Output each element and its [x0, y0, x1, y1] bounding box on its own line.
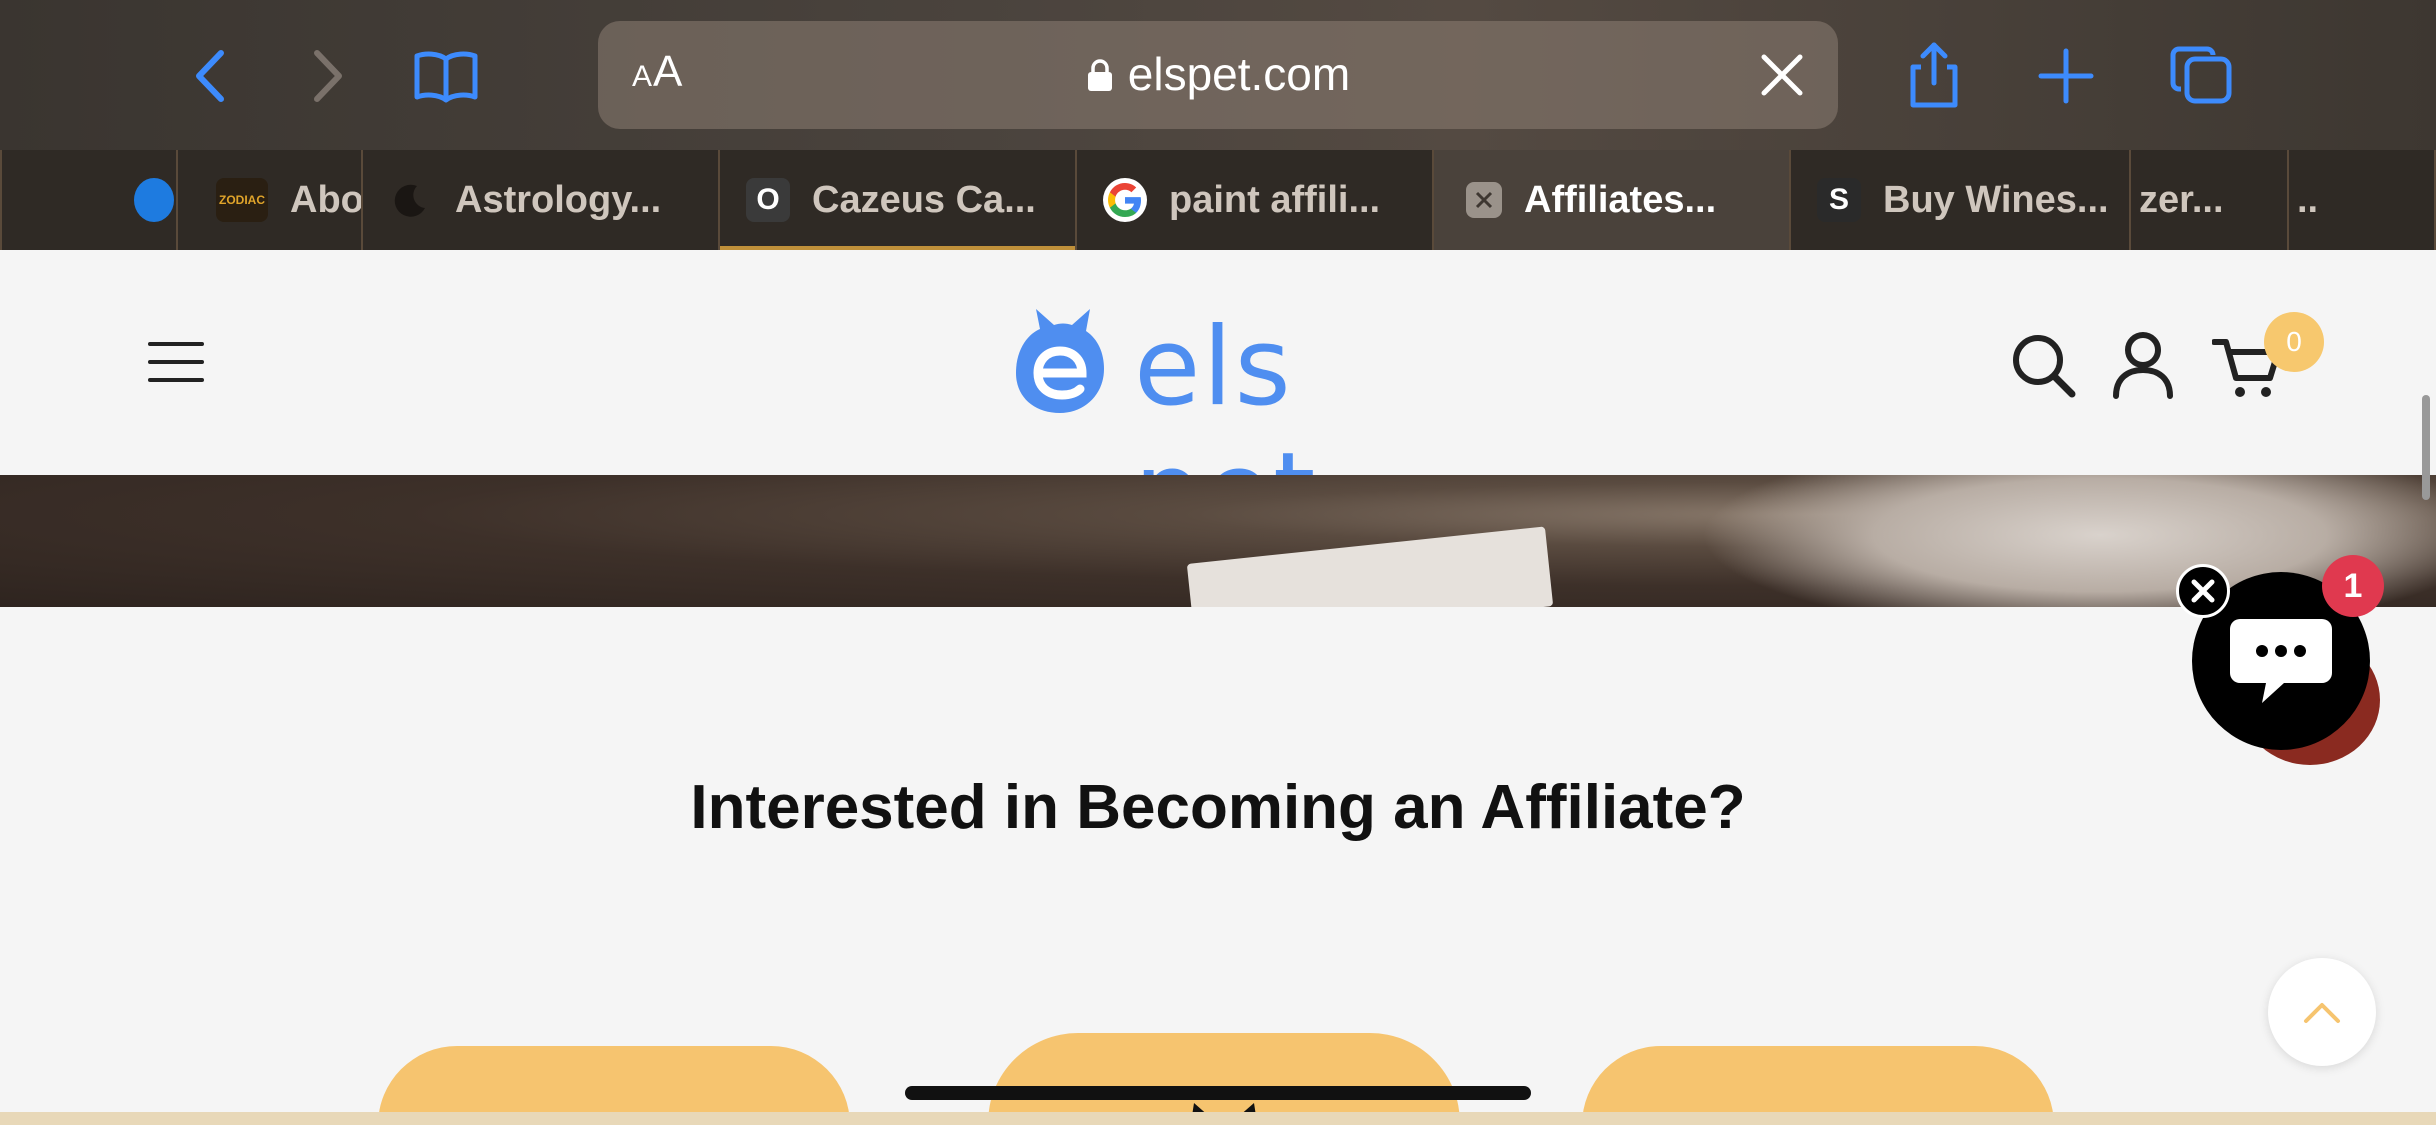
- stop-loading-icon[interactable]: [1756, 49, 1808, 101]
- close-icon: [2191, 579, 2215, 603]
- chevron-up-icon: [2304, 1003, 2340, 1023]
- page-scrollbar[interactable]: [2422, 395, 2430, 500]
- tab-zodiac[interactable]: ZODIAC Abo: [176, 150, 361, 250]
- bookmarks-icon[interactable]: [408, 38, 484, 114]
- moon-icon: [389, 178, 433, 222]
- browser-toolbar: AA elspet.com: [0, 0, 2436, 150]
- url-display[interactable]: elspet.com: [598, 47, 1838, 101]
- scroll-to-top-button[interactable]: [2268, 958, 2376, 1066]
- tabs-overview-icon[interactable]: [2164, 38, 2240, 114]
- tab-strip: ZODIAC Abo Astrology... O Cazeus Ca... p…: [0, 150, 2436, 250]
- tab-overflow[interactable]: ..: [2287, 150, 2436, 250]
- letter-favicon-s: S: [1817, 178, 1861, 222]
- site-header: els pet: [0, 250, 2436, 555]
- tab-buy-wines[interactable]: S Buy Wines...: [1789, 150, 2129, 250]
- tab-pinned[interactable]: [82, 150, 176, 250]
- affiliate-heading: Interested in Becoming an Affiliate?: [690, 773, 1746, 842]
- pinned-favicon: [134, 178, 174, 222]
- forward-icon[interactable]: [288, 38, 364, 114]
- search-icon[interactable]: [2008, 330, 2078, 400]
- tab-paint-affiliate[interactable]: paint affili...: [1075, 150, 1432, 250]
- tab-astrology[interactable]: Astrology...: [361, 150, 718, 250]
- letter-favicon-o: O: [746, 178, 790, 222]
- chat-bubble-icon: [2230, 619, 2332, 703]
- account-icon[interactable]: [2108, 330, 2178, 400]
- screen: AA elspet.com ZODIAC Abo Astrology... O …: [0, 0, 2436, 1125]
- chat-close-button[interactable]: [2176, 564, 2230, 618]
- share-icon[interactable]: [1896, 38, 1972, 114]
- elspet-logo[interactable]: els pet: [1004, 305, 1444, 555]
- hero-image: [0, 475, 2436, 607]
- url-text: elspet.com: [1127, 48, 1351, 100]
- tab-zer[interactable]: zer...: [2129, 150, 2287, 250]
- close-tab-icon[interactable]: [1466, 182, 1502, 218]
- cart-count-badge: 0: [2264, 312, 2324, 372]
- new-tab-icon[interactable]: [2028, 38, 2104, 114]
- address-bar[interactable]: AA elspet.com: [598, 21, 1838, 129]
- google-icon: [1103, 178, 1147, 222]
- lock-icon: [1087, 59, 1112, 91]
- home-indicator: [905, 1086, 1531, 1100]
- zodiac-favicon-icon: ZODIAC: [216, 178, 268, 222]
- back-icon[interactable]: [174, 38, 250, 114]
- tab-affiliates-active[interactable]: Affiliates...: [1432, 150, 1789, 250]
- tab-edge: [0, 150, 82, 250]
- menu-icon[interactable]: [148, 342, 204, 382]
- tab-cazeus[interactable]: O Cazeus Ca...: [718, 150, 1075, 250]
- cat-logo-icon: [1016, 309, 1104, 413]
- chat-unread-badge: 1: [2322, 555, 2384, 617]
